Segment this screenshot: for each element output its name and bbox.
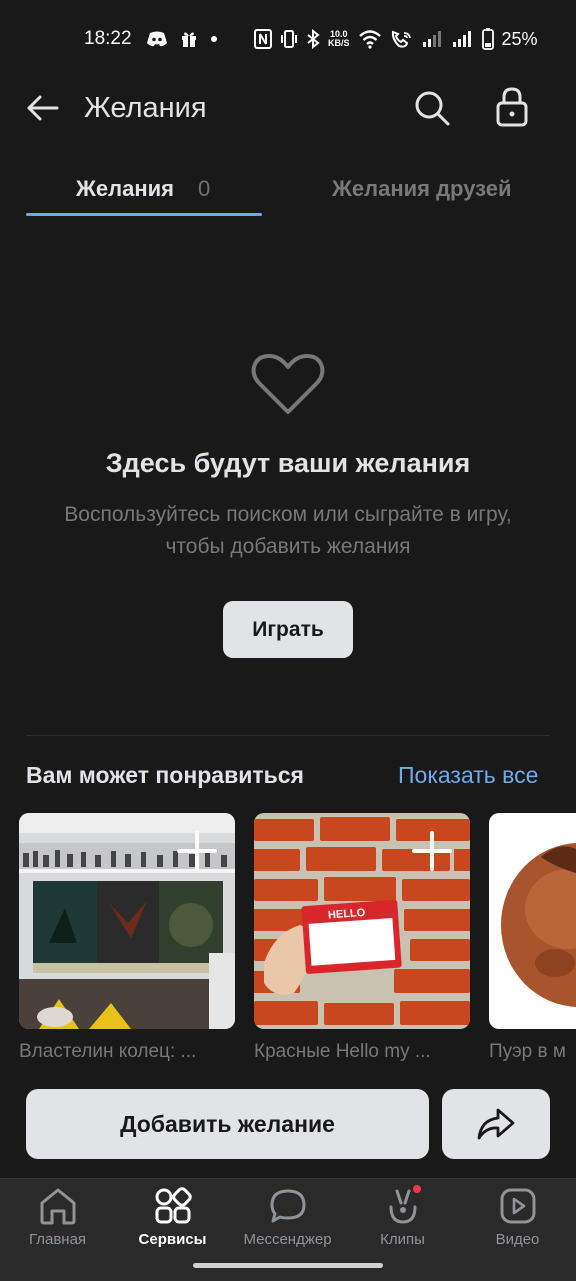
tabbar-label: Главная (28, 1231, 87, 1248)
back-arrow-icon (25, 94, 59, 122)
tabbar-item-services[interactable]: Сервисы (115, 1187, 230, 1257)
services-icon (153, 1187, 193, 1225)
back-button[interactable] (22, 88, 62, 128)
dot-icon (210, 35, 218, 43)
net-speed: 10.0 KB/S (328, 29, 350, 48)
battery-icon (481, 28, 494, 50)
tabbar-item-video[interactable]: Видео (460, 1187, 575, 1257)
messenger-icon (268, 1187, 308, 1225)
status-system-icons: 10.0 KB/S 25% (254, 27, 538, 51)
show-all-link[interactable]: Показать все (398, 762, 538, 789)
card-caption: Властелин колец: ... (19, 1041, 197, 1062)
gift-icon (180, 30, 198, 48)
search-button[interactable] (410, 86, 454, 130)
signal-icon-2 (452, 30, 474, 48)
discord-icon (146, 30, 168, 48)
tabbar-label: Сервисы (138, 1231, 207, 1248)
heart-outline-icon (250, 352, 326, 418)
tabbar-item-clips[interactable]: Клипы (345, 1185, 460, 1257)
video-icon (498, 1187, 538, 1225)
divider (26, 735, 550, 736)
active-tab-indicator (26, 213, 262, 216)
card-caption: Пуэр в м (489, 1041, 566, 1062)
tab-my-wishes-count: 0 (198, 176, 211, 201)
tab-my-wishes-label: Желания (76, 176, 174, 201)
search-icon (413, 89, 451, 127)
recommendation-card[interactable]: HELLO Красные Hello my ... (254, 813, 470, 1063)
empty-state-subtitle: Воспользуйтесь поиском или сыграйте в иг… (64, 503, 512, 558)
notification-dot (413, 1185, 421, 1193)
nfc-icon (254, 29, 272, 49)
bluetooth-icon (306, 29, 320, 49)
tab-my-wishes[interactable]: Желания 0 (26, 170, 262, 216)
tabbar-item-messenger[interactable]: Мессенджер (230, 1187, 345, 1257)
puer-tea-image (489, 813, 576, 1029)
share-button[interactable] (442, 1089, 550, 1159)
tabbar-label: Клипы (380, 1231, 425, 1248)
privacy-lock-button[interactable] (490, 84, 534, 130)
card-caption: Красные Hello my ... (254, 1041, 431, 1062)
recommendations-title: Вам может понравиться (26, 762, 304, 788)
recommendation-card[interactable]: Властелин колец: ... (19, 813, 235, 1063)
play-button[interactable]: Играть (223, 601, 353, 658)
lotr-posters-image (19, 813, 235, 1029)
page-title: Желания (84, 92, 207, 124)
status-notification-icons (146, 28, 218, 50)
add-to-wishlist-icon[interactable] (177, 831, 217, 871)
wifi-icon (358, 29, 382, 49)
add-wish-button[interactable]: Добавить желание (26, 1089, 429, 1159)
hello-sticker-image: HELLO (254, 813, 470, 1029)
lock-icon (495, 86, 529, 128)
battery-percent: 25% (501, 28, 538, 49)
wifi-call-icon (390, 29, 414, 49)
tab-friends-wishes-label: Желания друзей (332, 176, 512, 201)
status-time: 18:22 (84, 28, 132, 49)
vibrate-icon (280, 29, 298, 49)
home-icon (38, 1187, 78, 1225)
empty-state-title: Здесь будут ваши желания (105, 448, 471, 478)
recommendation-card[interactable]: Пуэр в м (489, 813, 576, 1063)
add-to-wishlist-icon[interactable] (412, 831, 452, 871)
tabbar-item-home[interactable]: Главная (0, 1187, 115, 1257)
tabbar-label: Мессенджер (243, 1231, 332, 1248)
share-icon (476, 1107, 516, 1141)
signal-icon (422, 30, 444, 48)
status-bar: 18:22 10.0 KB/S 25% (0, 0, 576, 78)
home-indicator[interactable] (193, 1263, 383, 1268)
tab-friends-wishes[interactable]: Желания друзей (300, 170, 556, 216)
tabbar-label: Видео (495, 1231, 540, 1248)
